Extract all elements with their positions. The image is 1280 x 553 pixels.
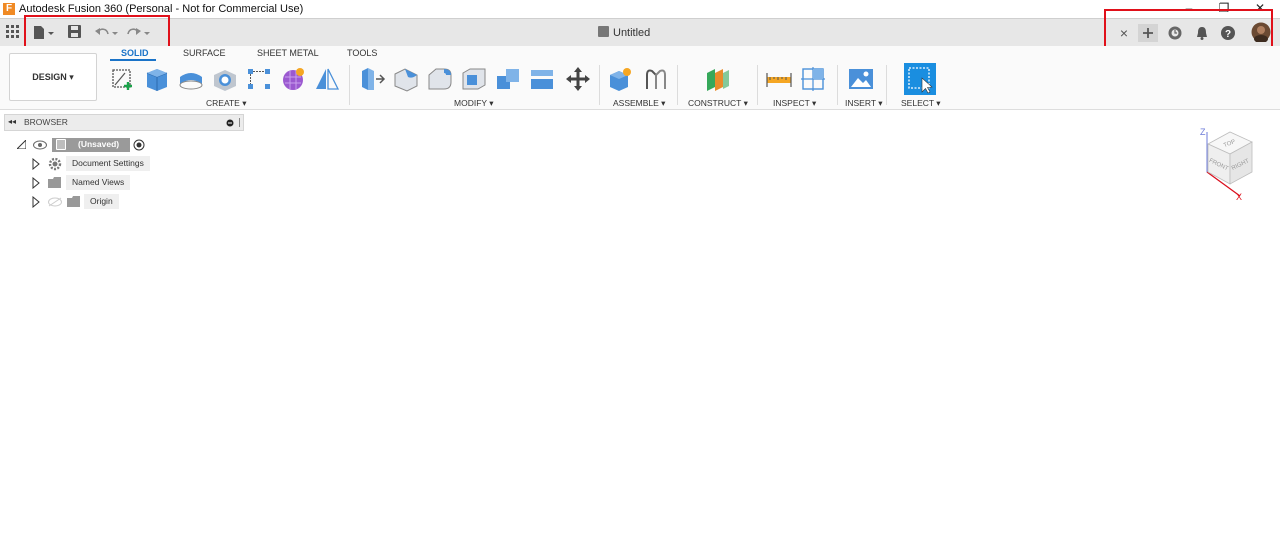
root-node-label: (Unsaved) xyxy=(78,139,120,149)
browser-options-icon[interactable] xyxy=(226,119,234,127)
browser-title: BROWSER xyxy=(24,117,68,127)
group-separator xyxy=(677,65,678,105)
active-tab-indicator xyxy=(110,59,156,61)
section-analysis-icon[interactable] xyxy=(799,65,827,93)
tree-item-label: Document Settings xyxy=(66,156,150,171)
new-component-icon[interactable] xyxy=(607,65,635,93)
split-body-icon[interactable] xyxy=(528,65,556,93)
group-separator xyxy=(886,65,887,105)
activate-radio-icon[interactable] xyxy=(133,139,145,151)
grid-icon[interactable] xyxy=(6,25,20,39)
window-title-bar: F Autodesk Fusion 360 (Personal - Not fo… xyxy=(0,0,1280,18)
component-icon xyxy=(56,139,66,150)
x-axis-label: X xyxy=(1236,192,1242,202)
tree-item-named-views[interactable]: Named Views xyxy=(0,175,160,191)
select-group-label[interactable]: SELECT ▾ xyxy=(901,98,941,109)
tree-item-label: Origin xyxy=(84,194,119,209)
expand-arrow-icon[interactable] xyxy=(32,158,40,170)
tree-item-origin[interactable]: Origin xyxy=(0,194,160,210)
browser-root-node[interactable]: (Unsaved) xyxy=(0,137,160,153)
visibility-eye-icon[interactable] xyxy=(33,140,47,150)
hole-icon[interactable] xyxy=(211,65,239,93)
rectangular-pattern-icon[interactable] xyxy=(245,65,273,93)
document-tab-label: Untitled xyxy=(613,27,651,39)
fusion-logo-icon: F xyxy=(3,3,15,15)
tree-item-document-settings[interactable]: Document Settings xyxy=(0,156,160,172)
collapse-browser-icon[interactable]: ◂◂ xyxy=(8,117,16,126)
form-icon[interactable] xyxy=(279,65,307,93)
inspect-group-label[interactable]: INSPECT ▾ xyxy=(773,98,816,109)
group-separator xyxy=(757,65,758,105)
tab-surface[interactable]: SURFACE xyxy=(183,48,226,58)
z-axis-label: Z xyxy=(1200,127,1206,137)
group-separator xyxy=(599,65,600,105)
insert-image-icon[interactable] xyxy=(847,65,875,93)
assemble-group-label[interactable]: ASSEMBLE ▾ xyxy=(613,98,665,109)
qat-highlight-box xyxy=(24,15,170,49)
fillet-icon[interactable] xyxy=(392,65,420,93)
folder-icon xyxy=(48,177,61,188)
document-cube-icon xyxy=(598,26,609,37)
window-title: Autodesk Fusion 360 (Personal - Not for … xyxy=(19,3,304,15)
measure-icon[interactable] xyxy=(765,65,793,93)
tab-sheet-metal[interactable]: SHEET METAL xyxy=(257,48,319,58)
mirror-icon[interactable] xyxy=(313,65,341,93)
create-sketch-icon[interactable] xyxy=(110,65,138,93)
hidden-eye-icon[interactable] xyxy=(48,197,62,207)
move-copy-icon[interactable] xyxy=(564,65,592,93)
extrude-icon[interactable] xyxy=(143,65,171,93)
tab-solid[interactable]: SOLID xyxy=(121,48,149,58)
tab-tools[interactable]: TOOLS xyxy=(347,48,377,58)
chamfer-icon[interactable] xyxy=(426,65,454,93)
workspace-switcher-button[interactable]: DESIGN ▾ xyxy=(9,53,97,101)
construct-group-label[interactable]: CONSTRUCT ▾ xyxy=(688,98,748,109)
expand-arrow-icon[interactable] xyxy=(32,177,40,189)
revolve-icon[interactable] xyxy=(177,65,205,93)
folder-icon xyxy=(67,196,80,207)
quick-access-toolbar: Untitled × ? xyxy=(0,18,1280,46)
modify-group-label[interactable]: MODIFY ▾ xyxy=(454,98,494,109)
insert-group-label[interactable]: INSERT ▾ xyxy=(845,98,883,109)
create-group-label[interactable]: CREATE ▾ xyxy=(206,98,246,109)
view-cube[interactable]: Z X TOP FRONT RIGHT xyxy=(1196,126,1256,202)
gear-icon xyxy=(48,157,62,171)
shell-icon[interactable] xyxy=(460,65,488,93)
group-separator xyxy=(349,65,350,105)
toolbar-ribbon: DESIGN ▾ SOLID SURFACE SHEET METAL TOOLS… xyxy=(0,46,1280,110)
tree-item-label: Named Views xyxy=(66,175,131,190)
browser-pin-icon[interactable] xyxy=(239,118,240,127)
root-node-label-bg: (Unsaved) xyxy=(52,138,130,152)
combine-icon[interactable] xyxy=(494,65,522,93)
select-icon[interactable] xyxy=(904,63,936,95)
offset-plane-icon[interactable] xyxy=(703,65,731,93)
expand-triangle-icon[interactable] xyxy=(17,140,26,149)
expand-arrow-icon[interactable] xyxy=(32,196,40,208)
document-tab[interactable]: Untitled xyxy=(598,26,650,39)
joint-icon[interactable] xyxy=(642,65,670,93)
press-pull-icon[interactable] xyxy=(358,65,386,93)
browser-panel-header[interactable]: ◂◂ BROWSER xyxy=(4,114,244,131)
group-separator xyxy=(837,65,838,105)
